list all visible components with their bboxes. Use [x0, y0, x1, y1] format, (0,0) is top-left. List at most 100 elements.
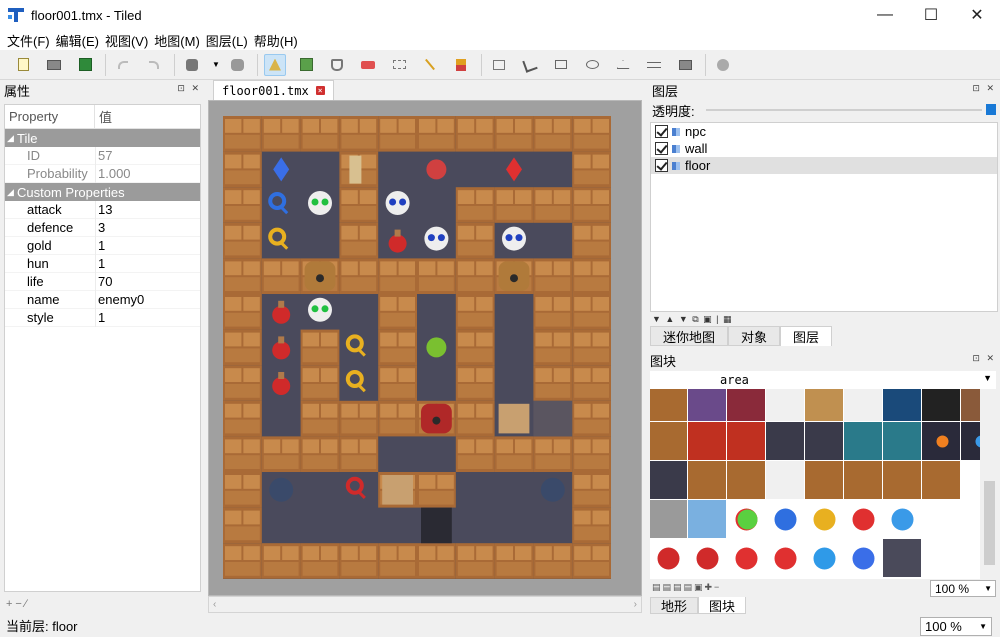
- tab-objects[interactable]: 对象: [728, 326, 781, 346]
- brick: [476, 546, 493, 560]
- brick: [553, 332, 571, 347]
- scrollbar-thumb[interactable]: [984, 481, 995, 565]
- brick: [592, 439, 609, 454]
- potion-icon: [272, 305, 291, 324]
- brick: [574, 475, 591, 489]
- magic-wand-icon[interactable]: [419, 54, 441, 76]
- rectangle-select-icon[interactable]: [388, 54, 410, 76]
- brick: [419, 546, 436, 560]
- tileset-toolbar-icons[interactable]: ▤▤▤▤▣✚−: [652, 582, 721, 593]
- document-tab[interactable]: floor001.tmx ×: [213, 80, 334, 100]
- collapse-arrow-icon[interactable]: ◢: [7, 187, 17, 198]
- prop-row-life[interactable]: life 70: [5, 272, 200, 291]
- tab-terrain[interactable]: 地形: [650, 597, 699, 614]
- prop-row-probability[interactable]: Probability 1.000: [5, 164, 200, 183]
- prop-row-name[interactable]: name enemy0: [5, 290, 200, 309]
- brick: [321, 368, 338, 382]
- bucket-fill-icon[interactable]: [326, 54, 348, 76]
- column-header-property[interactable]: Property: [5, 105, 95, 128]
- insert-polyline-icon[interactable]: [643, 54, 665, 76]
- prop-row-hun[interactable]: hun 1: [5, 254, 200, 273]
- map-viewport[interactable]: [208, 100, 642, 596]
- tileset-tab[interactable]: area ▼: [650, 371, 996, 389]
- menu-help[interactable]: 帮助(H): [251, 31, 301, 50]
- brick: [515, 119, 532, 133]
- column-header-value[interactable]: 值: [95, 105, 112, 128]
- group-tile[interactable]: ◢ Tile: [5, 129, 200, 147]
- brick: [225, 439, 242, 454]
- brick: [476, 332, 493, 347]
- insert-tile-icon[interactable]: [674, 54, 696, 76]
- tab-tilesets[interactable]: 图块: [698, 597, 747, 614]
- brick: [225, 562, 260, 576]
- zoom-select[interactable]: 100 % ▼: [920, 617, 992, 636]
- group-custom-properties[interactable]: ◢ Custom Properties: [5, 183, 200, 201]
- insert-polygon-icon[interactable]: [612, 54, 634, 76]
- open-file-icon[interactable]: [43, 54, 65, 76]
- menu-layer[interactable]: 图层(L): [203, 31, 251, 50]
- opacity-slider-handle[interactable]: [986, 104, 996, 115]
- brick: [592, 332, 609, 347]
- horizontal-scrollbar[interactable]: ‹ ›: [208, 596, 642, 613]
- dock-float-close-icon[interactable]: ⊡ ✕: [972, 353, 996, 364]
- map-canvas[interactable]: [223, 116, 611, 579]
- brick: [535, 439, 552, 454]
- layer-item-wall[interactable]: wall: [651, 140, 997, 157]
- insert-ellipse-icon[interactable]: [581, 54, 603, 76]
- close-tab-icon[interactable]: ×: [315, 86, 325, 95]
- eraser-icon[interactable]: [357, 54, 379, 76]
- random-mode-icon[interactable]: [181, 54, 203, 76]
- layer-toolbar-icons[interactable]: ▼ ▲ ▼ ⧉ ▣ | ▦: [652, 314, 733, 325]
- save-file-icon[interactable]: [74, 54, 96, 76]
- brick: [496, 119, 513, 133]
- tileset-menu-icon[interactable]: ▼: [983, 373, 992, 383]
- maximize-button[interactable]: ☐: [908, 0, 954, 30]
- redo-icon[interactable]: [143, 54, 165, 76]
- dropdown-arrow-icon[interactable]: ▼: [212, 54, 220, 76]
- prop-row-defence[interactable]: defence 3: [5, 218, 200, 237]
- tileset-vertical-scrollbar[interactable]: [982, 389, 997, 579]
- undo-icon[interactable]: [112, 54, 134, 76]
- close-button[interactable]: ✕: [954, 0, 1000, 30]
- brick: [574, 562, 609, 576]
- visibility-checkbox[interactable]: [655, 159, 668, 172]
- stamp-brush-icon[interactable]: [264, 53, 286, 76]
- prop-row-id[interactable]: ID 57: [5, 146, 200, 165]
- tab-layers[interactable]: 图层: [780, 326, 833, 346]
- visibility-checkbox[interactable]: [655, 125, 668, 138]
- add-remove-property-icons[interactable]: +−∕: [6, 598, 30, 610]
- insert-text-icon[interactable]: [712, 54, 734, 76]
- select-objects-icon[interactable]: [488, 54, 510, 76]
- brick: [535, 206, 571, 220]
- menu-edit[interactable]: 编辑(E): [53, 31, 102, 50]
- prop-row-style[interactable]: style 1: [5, 308, 200, 327]
- prop-row-attack[interactable]: attack 13: [5, 200, 200, 219]
- opacity-slider[interactable]: [706, 109, 982, 111]
- scroll-left-icon[interactable]: ‹: [213, 599, 216, 610]
- insert-rectangle-icon[interactable]: [550, 54, 572, 76]
- tileset-grid[interactable]: [650, 389, 980, 579]
- tileset-zoom-select[interactable]: 100 % ▼: [930, 580, 996, 597]
- dock-float-close-icon[interactable]: ⊡ ✕: [177, 83, 201, 94]
- tab-minimap[interactable]: 迷你地图: [650, 326, 729, 346]
- select-same-tile-icon[interactable]: [450, 54, 472, 76]
- layer-item-npc[interactable]: npc: [651, 123, 997, 140]
- stamp-variations-icon[interactable]: [226, 54, 248, 76]
- potion-icon: [272, 341, 291, 360]
- menu-view[interactable]: 视图(V): [102, 31, 151, 50]
- menu-map[interactable]: 地图(M): [151, 31, 203, 50]
- layer-item-floor[interactable]: floor: [651, 157, 997, 174]
- edit-polygons-icon[interactable]: [519, 54, 541, 76]
- visibility-checkbox[interactable]: [655, 142, 668, 155]
- brick: [574, 312, 609, 327]
- new-file-icon[interactable]: [12, 54, 34, 76]
- menu-file[interactable]: 文件(F): [4, 31, 53, 50]
- dock-float-close-icon[interactable]: ⊡ ✕: [972, 83, 996, 94]
- terrain-brush-icon[interactable]: [295, 54, 317, 76]
- collapse-arrow-icon[interactable]: ◢: [7, 133, 17, 144]
- brick: [380, 312, 415, 327]
- minimize-button[interactable]: —: [862, 0, 908, 30]
- prop-row-gold[interactable]: gold 1: [5, 236, 200, 255]
- brick: [225, 170, 260, 185]
- scroll-right-icon[interactable]: ›: [634, 599, 637, 610]
